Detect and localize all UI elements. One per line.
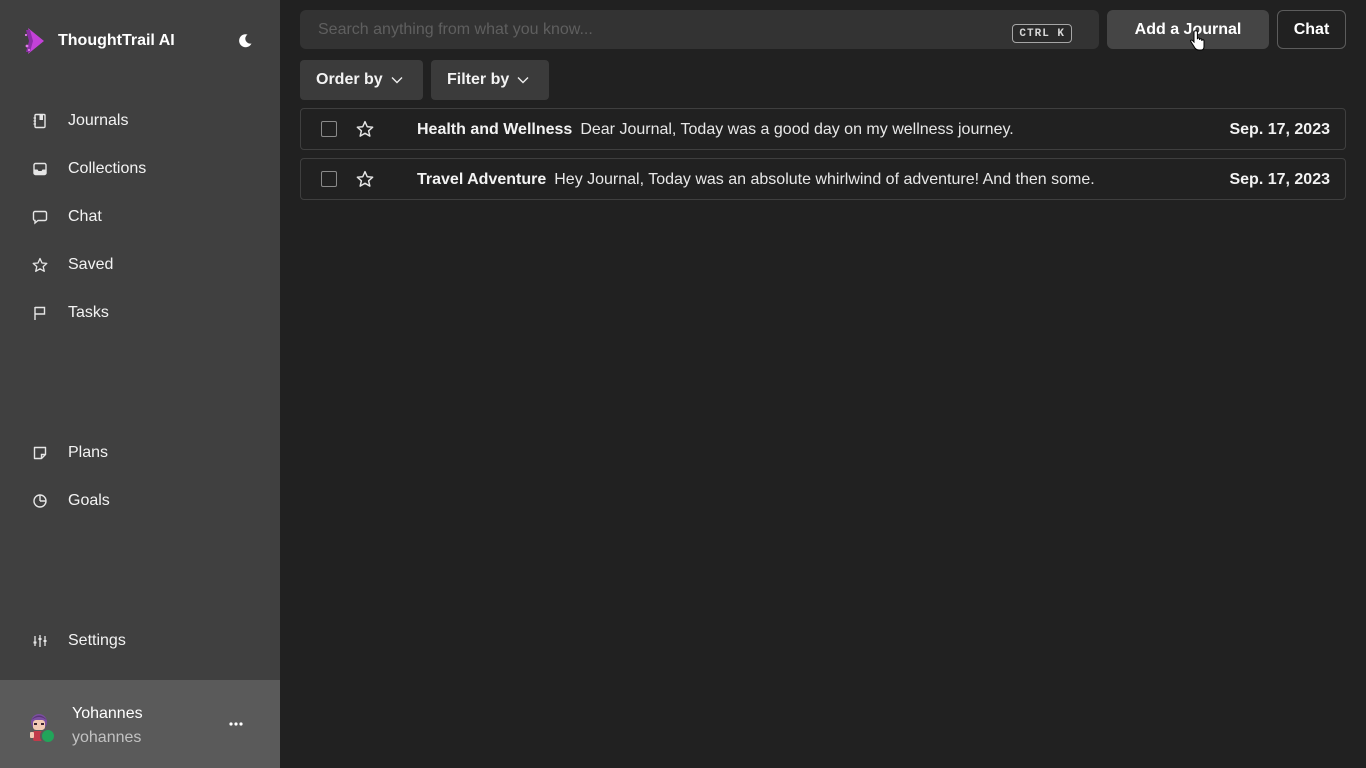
sidebar-item-chat[interactable]: Chat [24, 199, 256, 235]
journal-icon [30, 111, 50, 131]
journal-title-text: Travel Adventure [417, 171, 547, 188]
sidebar-item-collections[interactable]: Collections [24, 151, 256, 187]
sidebar-item-label: Journals [68, 112, 129, 129]
chat-bubble-icon [30, 207, 50, 227]
sidebar-item-plans[interactable]: Plans [24, 435, 256, 471]
pointer-cursor-icon [1189, 30, 1205, 51]
sidebar-item-goals[interactable]: Goals [24, 483, 256, 519]
sidebar-item-label: Saved [68, 256, 114, 273]
journal-snippet: Dear Journal, Today was a good day on my… [580, 121, 1014, 138]
row-checkbox[interactable] [321, 171, 337, 187]
filter-by-dropdown[interactable]: Filter by [431, 60, 549, 100]
brand-name: ThoughtTrail AI [58, 32, 175, 49]
sidebar: ThoughtTrail AI Journals Collections Cha… [0, 0, 280, 768]
chat-button[interactable]: Chat [1277, 10, 1346, 49]
row-checkbox[interactable] [321, 121, 337, 137]
chevron-down-icon [391, 76, 403, 84]
journal-title: Health and Wellness Dear Journal, Today w… [417, 121, 1014, 139]
search-bar[interactable]: CTRL K [300, 10, 1099, 49]
sidebar-item-tasks[interactable]: Tasks [24, 295, 256, 331]
sidebar-item-label: Tasks [68, 304, 109, 321]
sidebar-item-saved[interactable]: Saved [24, 247, 256, 283]
sliders-icon [30, 631, 50, 651]
sidebar-item-journals[interactable]: Journals [24, 103, 256, 139]
journal-date: Sep. 17, 2023 [1229, 171, 1330, 188]
sidebar-item-label: Plans [68, 444, 109, 461]
user-profile[interactable]: Yohannes yohannes [0, 680, 280, 768]
more-horizontal-icon [229, 722, 243, 726]
journal-snippet: Hey Journal, Today was an absolute whirl… [554, 171, 1095, 188]
journal-row[interactable]: Health and Wellness Dear Journal, Today w… [300, 108, 1346, 150]
user-menu-button[interactable] [224, 712, 248, 736]
moon-icon [239, 34, 252, 48]
search-input[interactable] [300, 10, 1000, 49]
star-icon[interactable] [356, 170, 374, 188]
online-status-indicator [40, 728, 56, 744]
sidebar-item-label: Settings [68, 632, 126, 649]
journal-date: Sep. 17, 2023 [1229, 121, 1330, 138]
sidebar-item-label: Collections [68, 160, 147, 177]
main-content: CTRL K Add a Journal Chat Order by Filte… [280, 0, 1366, 768]
user-handle: yohannes [72, 729, 142, 746]
sidebar-item-label: Chat [68, 208, 102, 225]
chevron-down-icon [517, 76, 529, 84]
app-root: ThoughtTrail AI Journals Collections Cha… [0, 0, 1366, 768]
note-icon [30, 443, 50, 463]
keyboard-shortcut-badge: CTRL K [1012, 24, 1072, 43]
user-name: Yohannes [72, 705, 143, 722]
inbox-icon [30, 159, 50, 179]
dark-mode-toggle[interactable] [234, 30, 256, 52]
sidebar-item-settings[interactable]: Settings [24, 623, 256, 659]
sidebar-item-label: Goals [68, 492, 110, 509]
journal-title-text: Health and Wellness [417, 121, 573, 138]
flag-icon [30, 303, 50, 323]
journal-title: Travel Adventure Hey Journal, Today was a… [417, 171, 1095, 189]
brand[interactable]: ThoughtTrail AI [24, 24, 256, 58]
star-icon[interactable] [356, 120, 374, 138]
pie-chart-icon [30, 491, 50, 511]
order-by-label: Order by [316, 71, 383, 88]
filter-by-label: Filter by [447, 71, 510, 88]
order-by-dropdown[interactable]: Order by [300, 60, 423, 100]
brand-logo-icon [24, 28, 44, 54]
journal-row[interactable]: Travel Adventure Hey Journal, Today was a… [300, 158, 1346, 200]
star-icon [30, 255, 50, 275]
